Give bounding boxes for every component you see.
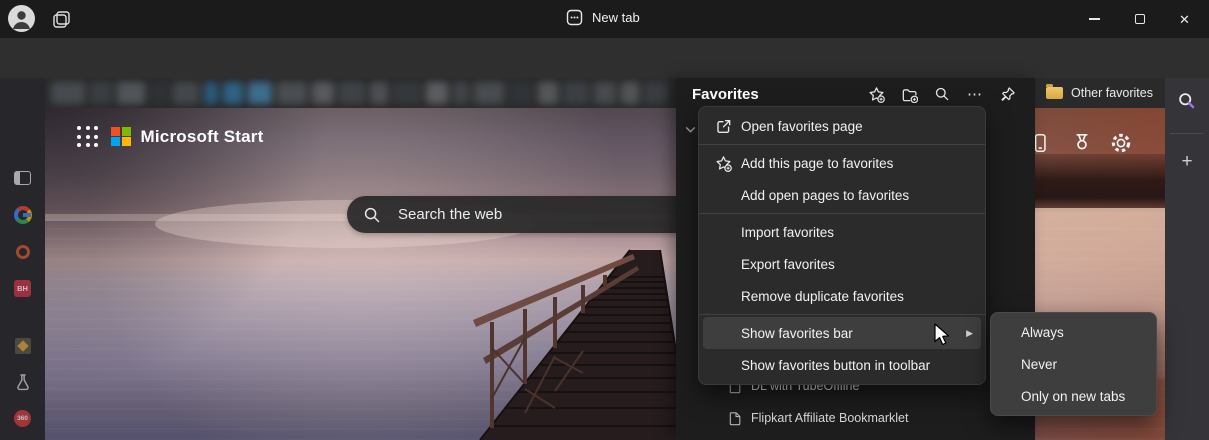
color-app-icon[interactable] (13, 336, 32, 355)
titlebar: New tab ✕ (0, 0, 1209, 38)
search-purple-icon (1179, 93, 1195, 109)
web-search-placeholder: Search the web (398, 206, 503, 223)
person-icon (13, 11, 30, 29)
other-favorites-folder[interactable]: Other favorites (1040, 81, 1159, 105)
folder-add-icon (902, 88, 918, 103)
sidebar-search-button[interactable] (1176, 90, 1198, 112)
chevron-down-icon[interactable] (684, 123, 697, 136)
gear-icon (1111, 133, 1131, 153)
360-site-icon[interactable]: 360 (13, 409, 32, 428)
folder-icon (1046, 84, 1063, 99)
microsoft-logo (111, 126, 131, 147)
menu-item-show-favorites-button-in-toolbar[interactable]: Show favorites button in toolbar (699, 349, 985, 381)
google-icon[interactable] (13, 205, 32, 224)
menu-item-import-favorites[interactable]: Import favorites (699, 216, 985, 248)
favorites-more-button[interactable]: ⋯ (962, 81, 988, 107)
menu-item-remove-duplicate-favorites[interactable]: Remove duplicate favorites (699, 280, 985, 312)
mouse-cursor (933, 323, 955, 347)
menu-separator (699, 314, 985, 315)
favorites-panel-title: Favorites (692, 85, 759, 103)
search-favorites-button[interactable] (929, 81, 955, 107)
blurred-favorites-items (51, 82, 668, 104)
menu-item-export-favorites[interactable]: Export favorites (699, 248, 985, 280)
maximize-icon (1134, 14, 1145, 24)
star-add-icon (713, 153, 733, 173)
maximize-button[interactable] (1117, 0, 1162, 38)
submenu-arrow-icon: ▶ (966, 327, 973, 338)
menu-separator (699, 213, 985, 214)
sidebar-pane-icon[interactable] (13, 168, 32, 187)
menu-separator (699, 144, 985, 145)
orange-ring-icon[interactable] (13, 242, 32, 261)
workspaces-icon[interactable] (52, 10, 71, 29)
sidebar-add-button[interactable]: + (1176, 150, 1198, 172)
active-tab[interactable]: New tab (566, 9, 640, 26)
right-sidebar: + (1165, 78, 1209, 440)
close-icon: ✕ (1179, 11, 1190, 27)
page-icon (729, 411, 741, 425)
close-button[interactable]: ✕ (1162, 0, 1207, 38)
newtab-page-icon (566, 9, 583, 26)
page-settings-button[interactable] (1108, 130, 1134, 156)
pin-panel-button[interactable] (995, 81, 1021, 107)
open-external-icon (713, 116, 733, 136)
flask-icon[interactable] (13, 372, 32, 391)
brand-title: Microsoft Start (140, 126, 264, 146)
toolbar: Search or enter web address uO ⋯ (0, 38, 1209, 111)
app-launcher-icon[interactable] (77, 126, 98, 147)
submenu-item-always[interactable]: Always (991, 316, 1156, 348)
favorite-item-flipkart-affiliate-bookmarklet[interactable]: Flipkart Affiliate Bookmarklet (676, 402, 1035, 434)
left-sidebar: BH 360 HUD (0, 78, 45, 440)
submenu-item-never[interactable]: Never (991, 348, 1156, 380)
add-folder-button[interactable] (896, 81, 922, 107)
medal-icon (1076, 134, 1088, 150)
plus-icon: + (1181, 150, 1193, 172)
bh-site-icon[interactable]: BH (13, 279, 32, 298)
rewards-button[interactable] (1069, 130, 1095, 156)
profile-avatar[interactable] (8, 5, 35, 32)
minimize-button[interactable] (1072, 0, 1117, 38)
show-favorites-bar-submenu: Always Never Only on new tabs (990, 312, 1157, 416)
add-favorite-button[interactable] (863, 81, 889, 107)
minimize-icon (1089, 18, 1100, 20)
submenu-item-only-on-new-tabs[interactable]: Only on new tabs (991, 380, 1156, 412)
star-add-icon (868, 86, 885, 103)
pin-icon (1001, 87, 1015, 101)
menu-item-open-favorites-page[interactable]: Open favorites page (699, 110, 985, 142)
menu-item-add-open-pages-to-favorites[interactable]: Add open pages to favorites (699, 179, 985, 211)
search-icon (364, 207, 380, 222)
sidebar-divider (1170, 133, 1204, 134)
web-search-bar[interactable]: Search the web (347, 196, 729, 233)
menu-item-add-this-page-to-favorites[interactable]: Add this page to favorites (699, 147, 985, 179)
tab-title: New tab (592, 10, 640, 25)
search-icon (935, 87, 949, 101)
brand-header: Microsoft Start (77, 126, 263, 147)
